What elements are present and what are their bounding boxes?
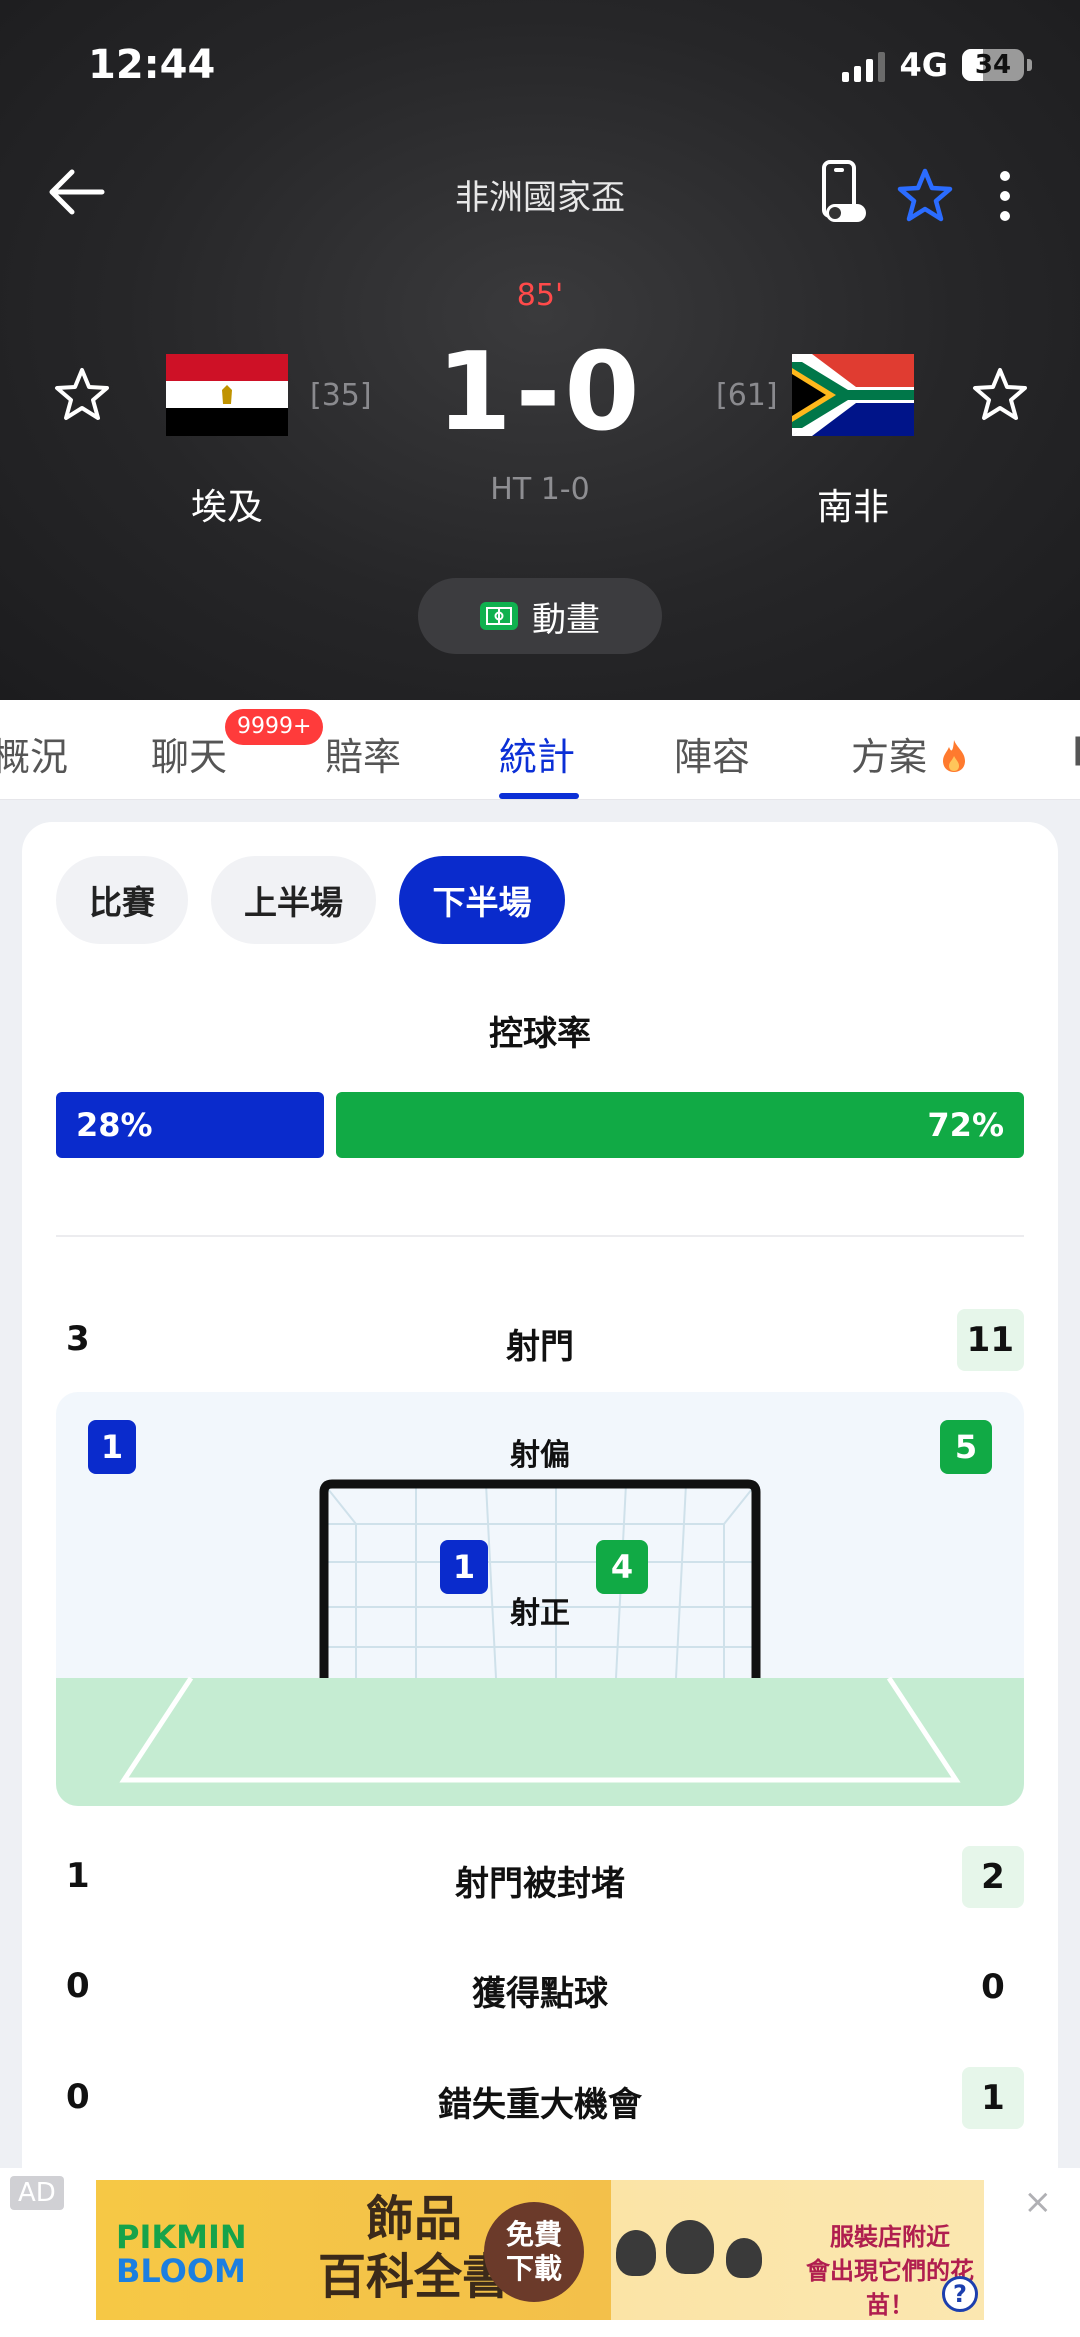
match-score: 1-0 [436, 330, 644, 455]
pitch-icon [480, 602, 518, 630]
tab-chat[interactable]: 聊天 [151, 726, 227, 781]
away-team-name[interactable]: 南非 [753, 478, 953, 530]
section-divider [56, 1235, 1024, 1237]
away-off-target: 5 [940, 1420, 992, 1474]
ad-brand-line2: BLOOM [116, 2252, 246, 2290]
south-africa-flag-icon [792, 354, 914, 436]
home-rank: [35] [310, 378, 372, 413]
away-blocked: 2 [962, 1846, 1024, 1908]
tab-bar: 概況 聊天 賠率 統計 陣容 方案 ▮ [0, 700, 1080, 800]
ad-brand-line1: PIKMIN [116, 2218, 247, 2256]
ad-help-icon[interactable]: ? [942, 2276, 978, 2312]
ad-headline-line2: 百科全書 [318, 2249, 511, 2305]
favorite-star-icon[interactable] [895, 162, 955, 230]
tab-plans-label: 方案 [851, 735, 928, 779]
shots-label: 射門 [506, 1327, 574, 1367]
ad-cta-line1: 免費 [505, 2218, 562, 2251]
animation-button[interactable]: 動畫 [418, 578, 662, 654]
home-on-target: 1 [440, 1540, 488, 1594]
off-target-label: 射偏 [510, 1438, 570, 1473]
battery-icon: 34 [962, 49, 1024, 81]
signal-icon [842, 48, 886, 82]
ad-headline-line1: 飾品 [366, 2191, 463, 2247]
ad-headline: 飾品 百科全書 [318, 2190, 510, 2306]
stat-row-penalties: 0 獲得點球 0 [56, 1952, 1024, 2022]
away-on-target: 4 [596, 1540, 648, 1594]
away-rank: [61] [716, 378, 778, 413]
ad-tag: AD [10, 2176, 64, 2210]
away-possession-value: 72% [927, 1106, 1004, 1144]
fire-icon [943, 740, 966, 772]
battery-tip [1027, 59, 1032, 71]
tab-odds[interactable]: 賠率 [325, 726, 401, 781]
penalties-label: 獲得點球 [472, 1974, 608, 2014]
tab-overview[interactable]: 概況 [0, 726, 68, 781]
blocked-label: 射門被封堵 [455, 1864, 625, 1904]
tab-plans[interactable]: 方案 [851, 726, 969, 781]
ad-character-icon [666, 2220, 714, 2274]
away-big-chances: 1 [962, 2067, 1024, 2129]
battery-level: 34 [974, 50, 1012, 80]
tab-stats[interactable]: 統計 [499, 726, 575, 781]
ad-cta-line2: 下載 [505, 2252, 562, 2285]
stat-row-big-chances: 0 錯失重大機會 1 [56, 2063, 1024, 2133]
ad-close-icon[interactable]: × [1024, 2182, 1053, 2222]
more-options-icon[interactable] [975, 162, 1035, 230]
home-possession-bar: 28% [56, 1092, 324, 1158]
chat-count-badge: 9999+ [225, 709, 324, 745]
shot-map: 1 射偏 5 1 4 射正 [56, 1392, 1024, 1806]
status-indicators: 4G 34 [842, 46, 1032, 84]
stat-row-shots: 3 射門 11 [56, 1305, 1024, 1375]
filter-full-match[interactable]: 比賽 [56, 856, 188, 944]
ad-banner[interactable]: PIKMIN BLOOM 飾品 百科全書 免費 下載 服裝店附近 會出現它們的花… [96, 2180, 984, 2320]
match-minute: 85' [516, 278, 564, 313]
home-follow-star-icon[interactable] [52, 365, 112, 425]
ad-character-icon [726, 2238, 762, 2278]
ad-side-line1: 服裝店附近 [830, 2223, 950, 2251]
stat-row-blocked: 1 射門被封堵 2 [56, 1842, 1024, 1912]
phone-mode-icon[interactable] [812, 158, 872, 226]
filter-second-half[interactable]: 下半場 [399, 856, 565, 944]
match-header: 12:44 4G 34 非洲國家盃 85' 1-0 HT 1-0 [35] 埃及… [0, 0, 1080, 700]
egypt-flag-icon [166, 354, 288, 436]
home-possession-value: 28% [76, 1106, 153, 1144]
tab-lineups[interactable]: 陣容 [674, 726, 750, 781]
network-type: 4G [899, 46, 948, 84]
away-follow-star-icon[interactable] [970, 365, 1030, 425]
on-target-label: 射正 [510, 1596, 570, 1631]
home-team-name[interactable]: 埃及 [127, 478, 327, 530]
away-penalties: 0 [981, 1967, 1005, 2007]
away-possession-bar: 72% [336, 1092, 1024, 1158]
ad-character-icon [616, 2230, 656, 2276]
ad-brand: PIKMIN BLOOM [116, 2220, 247, 2288]
active-tab-indicator [499, 793, 579, 799]
possession-title: 控球率 [489, 1014, 591, 1054]
big-chances-label: 錯失重大機會 [438, 2085, 642, 2125]
tab-overflow[interactable]: ▮ [1072, 726, 1080, 770]
animation-label: 動畫 [532, 599, 600, 640]
status-time: 12:44 [88, 42, 216, 88]
ad-cta-button[interactable]: 免費 下載 [484, 2202, 584, 2302]
away-shots: 11 [956, 1309, 1024, 1371]
filter-first-half[interactable]: 上半場 [211, 856, 376, 944]
